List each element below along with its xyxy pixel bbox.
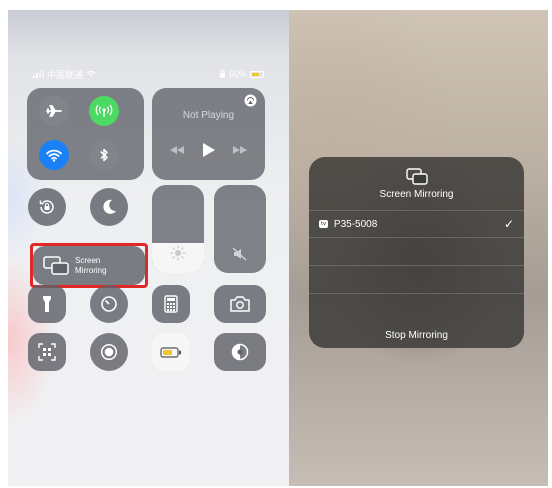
status-bar: 中国联通 60% bbox=[33, 67, 264, 81]
device-name: P35-5008 bbox=[333, 218, 378, 230]
timer-icon bbox=[101, 296, 117, 312]
now-playing-label: Not Playing bbox=[182, 110, 235, 121]
stop-mirroring-button[interactable]: Stop Mirroring bbox=[309, 322, 524, 348]
stop-mirroring-label: Stop Mirroring bbox=[385, 329, 448, 341]
control-center-panel: 中国联通 60% Not Playing Screen Mirroring bbox=[8, 10, 289, 486]
popup-title: Screen Mirroring bbox=[379, 188, 454, 200]
status-left: 中国联通 bbox=[33, 68, 96, 81]
cellular-icon bbox=[95, 104, 113, 117]
play-icon[interactable] bbox=[202, 143, 215, 157]
fast-forward-icon[interactable] bbox=[233, 146, 247, 154]
brightness-slider[interactable] bbox=[152, 185, 204, 273]
wifi-toggle[interactable] bbox=[39, 140, 69, 170]
carrier-label: 中国联通 bbox=[47, 69, 84, 80]
screen-recording-button[interactable] bbox=[90, 333, 128, 371]
divider bbox=[309, 293, 524, 294]
rotation-lock-icon bbox=[39, 200, 54, 214]
popup-header: Screen Mirroring bbox=[309, 157, 524, 210]
wifi-icon bbox=[46, 149, 62, 162]
timer-button[interactable] bbox=[90, 285, 128, 323]
wifi-status-icon bbox=[86, 71, 96, 77]
low-power-icon bbox=[160, 346, 181, 358]
screen-mirroring-icon bbox=[405, 167, 428, 185]
qr-code-scanner-button[interactable] bbox=[28, 333, 66, 371]
moon-icon bbox=[103, 199, 116, 214]
qr-code-icon bbox=[38, 343, 56, 361]
bluetooth-toggle[interactable] bbox=[89, 140, 119, 170]
device-row-p35-5008[interactable]: tv P35-5008 ✓ bbox=[309, 211, 524, 237]
connectivity-tile bbox=[27, 88, 144, 180]
airplane-mode-toggle[interactable] bbox=[39, 96, 69, 126]
do-not-disturb-button[interactable] bbox=[90, 188, 128, 226]
low-power-mode-button[interactable] bbox=[152, 333, 190, 371]
mute-icon-wrapper bbox=[214, 247, 266, 261]
dark-mode-button[interactable] bbox=[214, 333, 266, 371]
bluetooth-icon bbox=[100, 148, 108, 162]
highlight-box bbox=[30, 243, 148, 288]
calculator-button[interactable] bbox=[152, 285, 190, 323]
calculator-icon bbox=[164, 295, 178, 313]
screen-mirroring-popup: Screen Mirroring tv P35-5008 ✓ Stop Mirr… bbox=[309, 157, 524, 348]
now-playing-tile[interactable]: Not Playing bbox=[152, 88, 265, 180]
cellular-data-toggle[interactable] bbox=[89, 96, 119, 126]
playback-controls bbox=[170, 143, 247, 157]
flashlight-button[interactable] bbox=[28, 285, 66, 323]
orientation-lock-status-icon bbox=[219, 70, 225, 78]
mute-icon bbox=[232, 247, 247, 261]
empty-row bbox=[309, 238, 524, 265]
rotation-lock-button[interactable] bbox=[28, 188, 66, 226]
checkmark-icon: ✓ bbox=[503, 217, 514, 231]
empty-row bbox=[309, 266, 524, 293]
flashlight-icon bbox=[43, 296, 51, 312]
battery-icon bbox=[250, 70, 264, 78]
rewind-icon[interactable] bbox=[170, 146, 184, 154]
camera-icon bbox=[230, 296, 250, 312]
sun-icon-wrapper bbox=[152, 245, 204, 261]
status-right: 60% bbox=[219, 69, 264, 79]
camera-button[interactable] bbox=[214, 285, 266, 323]
dark-mode-icon bbox=[231, 343, 249, 361]
volume-slider[interactable] bbox=[214, 185, 266, 273]
sun-icon bbox=[170, 245, 186, 261]
battery-percentage: 60% bbox=[228, 69, 247, 79]
airplay-icon[interactable] bbox=[244, 94, 257, 107]
signal-icon bbox=[33, 70, 44, 78]
airplane-icon bbox=[46, 105, 62, 117]
appletv-icon: tv bbox=[319, 220, 328, 228]
screen-mirroring-panel: Screen Mirroring tv P35-5008 ✓ Stop Mirr… bbox=[289, 10, 548, 486]
record-icon bbox=[100, 343, 118, 361]
